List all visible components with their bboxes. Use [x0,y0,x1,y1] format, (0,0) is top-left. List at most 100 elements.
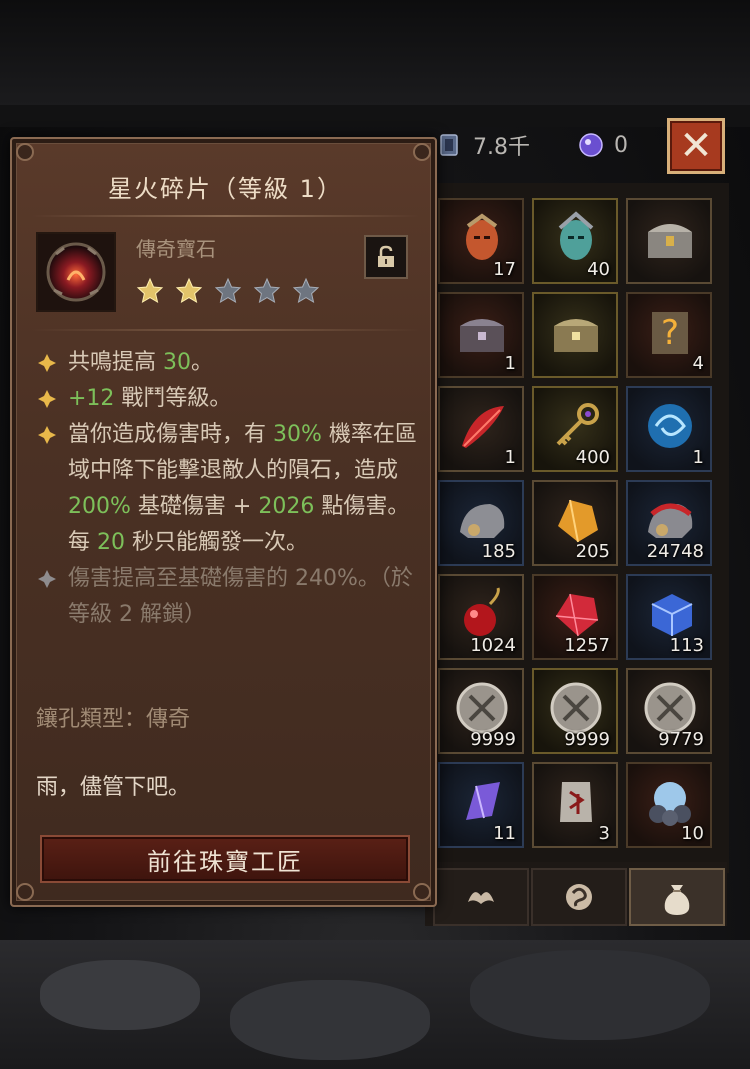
blue-vortex-icon [648,404,692,448]
inventory-slot[interactable]: 9999 [438,668,524,754]
mystery-armor-icon: ? [652,312,688,354]
item-count: 4 [692,353,704,374]
item-count: 1024 [470,635,516,656]
effects-divider [32,329,419,331]
silver-coin-icon [644,682,696,734]
effect-resonance: 共鳴提高 30。 [36,345,421,381]
inventory-slot[interactable]: 9779 [626,668,712,754]
item-count: 17 [493,259,516,280]
inventory-slot[interactable]: 1024 [438,574,524,660]
top-scenery [0,0,750,107]
star-filled-icon [175,277,203,304]
item-count: 10 [681,823,704,844]
inventory-slot[interactable]: 205 [532,480,618,566]
inventory-tabs [425,862,727,926]
item-count: 185 [481,541,516,562]
inventory-slot[interactable]: 1 [438,386,524,472]
steel-pauldron-icon [460,504,505,538]
combat-level-value: +12 [68,386,115,411]
purple-orb-icon [579,133,603,157]
item-count: 9999 [564,729,610,750]
gem-type: 傳奇寶石 [136,237,216,261]
inventory-slot[interactable]: 185 [438,480,524,566]
close-icon: ✕ [679,123,713,169]
star-empty-icon [253,277,281,304]
item-count: 3 [598,823,610,844]
blue-cube-icon [651,594,693,636]
item-count: 1 [692,447,704,468]
inventory-slot[interactable]: 10 [626,762,712,848]
top-scenery-ledge [0,105,750,127]
red-feather-icon [462,406,504,448]
effect-meteor: 當你造成傷害時，有 30% 機率在區域中降下能擊退敵人的隕石，造成 200% 基… [36,417,421,561]
gem-title: 星火碎片（等級 1） [108,175,343,203]
inventory-slot[interactable] [626,198,712,284]
pearl-cluster-icon [649,782,691,826]
item-count: 400 [575,447,610,468]
resonance-value: 30 [163,350,191,375]
item-count: 9999 [470,729,516,750]
inventory-slot[interactable]: ? 4 [626,292,712,378]
silver-chest-icon [648,224,692,258]
title-divider [32,215,419,217]
ruby-shard-icon [555,593,599,637]
item-count: 1257 [564,635,610,656]
inventory-slot[interactable] [532,292,618,378]
flavor-text: 雨，儘管下吧。 [36,775,191,800]
red-orb-pendant-icon [464,587,500,636]
effect-combat-level: +12 戰鬥等級。 [36,381,421,417]
swirl-icon [566,884,592,910]
gem-portrait [36,232,116,312]
unlock-icon [378,245,394,267]
floor-scenery [0,940,750,1069]
inventory-slot[interactable]: 1 [438,292,524,378]
inventory-slot[interactable]: 1257 [532,574,618,660]
tab-gear[interactable] [433,868,529,926]
item-count: 205 [575,541,610,562]
inventory-slot[interactable]: 3 [532,762,618,848]
diamond-bullet-icon [38,426,56,444]
wings-icon [468,892,494,904]
lock-button[interactable] [364,235,408,279]
currency-icon [440,134,458,156]
item-count: 24748 [646,541,704,562]
currency-value: 7.8千 [473,135,530,160]
inventory-slot[interactable]: 400 [532,386,618,472]
star-empty-icon [292,277,320,304]
inventory-slot[interactable]: 17 [438,198,524,284]
inventory-slot[interactable]: 24748 [626,480,712,566]
amber-crystal-icon [558,499,598,543]
golden-key-icon [556,403,599,446]
bag-icon [664,885,690,915]
inventory-slot[interactable]: 1 [626,386,712,472]
inventory-slot[interactable]: 9999 [532,668,618,754]
item-count: 9779 [658,729,704,750]
effects-list: 共鳴提高 30。 +12 戰鬥等級。 當你造成傷害時，有 30% 機率在區域中降… [36,345,421,633]
orb-counter: 0 [578,128,628,162]
effect-locked: 傷害提高至基礎傷害的 240%。（於等級 2 解鎖） [36,561,421,633]
diamond-bullet-locked-icon [38,570,56,588]
inventory-slot[interactable]: 113 [626,574,712,660]
rank-stars [136,277,320,305]
starfire-shard-icon [46,242,106,302]
tab-materials[interactable] [629,868,725,926]
close-button[interactable]: ✕ [667,118,725,174]
red-pauldron-icon [648,503,693,538]
item-count: 40 [587,259,610,280]
rune-stone-icon [560,782,592,822]
star-filled-icon [136,277,164,304]
tab-gems[interactable] [531,868,627,926]
ornate-chest-dark-icon [460,319,504,352]
inventory-slot[interactable]: 11 [438,762,524,848]
item-count: 11 [493,823,516,844]
svg-text:?: ? [661,313,679,353]
go-to-jeweler-button[interactable]: 前往珠寶工匠 [40,835,410,883]
legendary-mask-red-icon [466,213,498,260]
item-count: 113 [669,635,704,656]
orb-value: 0 [614,132,628,158]
diamond-bullet-icon [38,390,56,408]
inventory-slot[interactable]: 40 [532,198,618,284]
silver-coin-icon [456,682,508,734]
item-count: 1 [504,447,516,468]
violet-crystal-icon [466,782,500,820]
